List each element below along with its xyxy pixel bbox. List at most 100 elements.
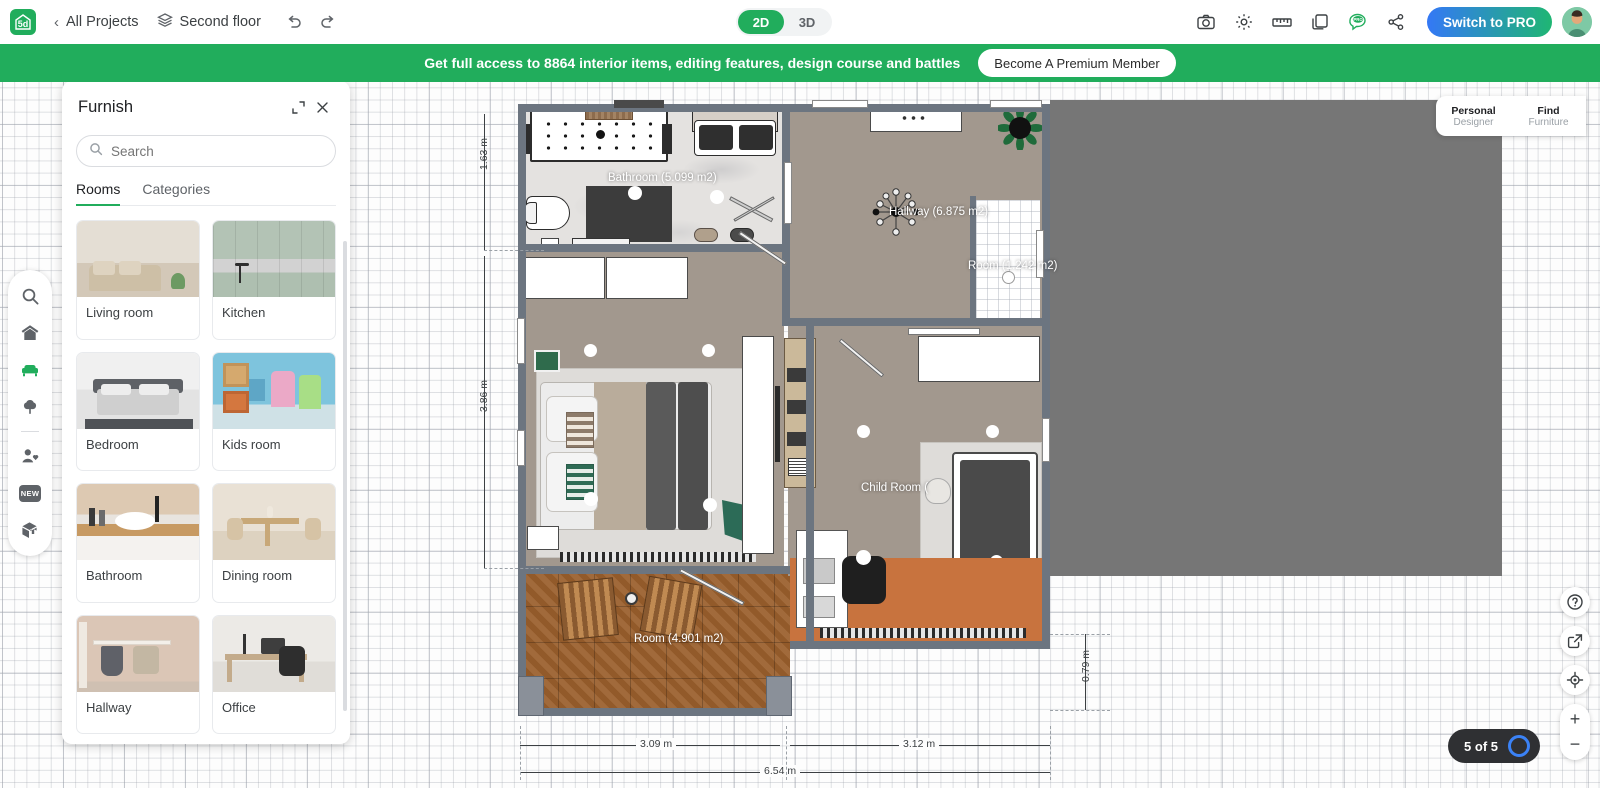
wall-hallway-bottom xyxy=(782,318,1050,326)
progress-pill[interactable]: 5 of 5 xyxy=(1448,729,1540,763)
avatar[interactable] xyxy=(1562,7,1592,37)
find-furniture-sub: Furniture xyxy=(1528,116,1569,128)
search-box[interactable] xyxy=(76,135,336,167)
wood-slat-rug-b[interactable] xyxy=(639,575,703,641)
center-target-icon[interactable] xyxy=(1560,665,1590,695)
room-card-image xyxy=(77,615,199,692)
new-badge-label: NEW xyxy=(19,484,41,502)
furnish-sofa-icon[interactable] xyxy=(14,354,46,386)
tree-icon[interactable] xyxy=(14,391,46,423)
all-projects-link[interactable]: ‹ All Projects xyxy=(54,14,139,31)
dim-guide-row-4 xyxy=(1050,710,1110,711)
dim-label: 3.86 m xyxy=(478,379,491,413)
child-room-desk-top[interactable] xyxy=(918,336,1040,382)
tall-cabinet[interactable] xyxy=(742,336,774,554)
room-card-label: Living room xyxy=(86,305,154,320)
camera-icon[interactable] xyxy=(1189,5,1223,39)
panel-title: Furnish xyxy=(78,97,134,116)
personal-designer-button[interactable]: Personal Designer xyxy=(1436,96,1511,136)
room-card-living-room[interactable]: Living room xyxy=(76,220,200,340)
rooms-grid: Living room Kitchen Bedroom Kids room Ba… xyxy=(62,206,350,744)
bed-mattress xyxy=(594,382,646,530)
bed-blanket-a xyxy=(646,382,676,530)
hallway-console-items xyxy=(900,114,926,122)
artwork-green[interactable] xyxy=(534,350,560,372)
radiator-terracotta xyxy=(820,628,1026,638)
undo-icon[interactable] xyxy=(277,5,311,39)
close-icon[interactable] xyxy=(310,95,334,119)
ceiling-light-child-2 xyxy=(986,425,999,438)
tab-categories[interactable]: Categories xyxy=(142,181,210,206)
switch-to-pro-button[interactable]: Switch to PRO xyxy=(1426,7,1552,37)
window-top-hallway[interactable] xyxy=(812,100,868,108)
window-top-bathroom[interactable] xyxy=(614,100,664,108)
room-label: Hallway (6.875 m2) xyxy=(889,206,989,218)
dim-line-vertical-163 xyxy=(484,114,485,250)
room-card-hallway[interactable]: Hallway xyxy=(76,614,200,734)
view-3d-button[interactable]: 3D xyxy=(784,10,830,34)
personal-designer-widget: Personal Designer Find Furniture xyxy=(1436,96,1586,136)
progress-ring-icon xyxy=(1508,735,1530,757)
search-icon[interactable] xyxy=(14,280,46,312)
wood-slat-rug-a[interactable] xyxy=(557,577,619,641)
wardrobe-right[interactable] xyxy=(606,257,688,299)
share-icon[interactable] xyxy=(1379,5,1413,39)
copy-icon[interactable] xyxy=(1303,5,1337,39)
wall-bedroom-bottom xyxy=(518,566,790,574)
window-top-hallway-2[interactable] xyxy=(990,100,1042,108)
gear-icon[interactable] xyxy=(1227,5,1261,39)
view-2d-button[interactable]: 2D xyxy=(738,10,784,34)
app-logo-icon[interactable]: 5d xyxy=(10,9,36,35)
become-premium-button[interactable]: Become A Premium Member xyxy=(978,49,1176,77)
window-left-bedroom[interactable] xyxy=(517,318,525,364)
search-input[interactable] xyxy=(111,143,323,159)
slipper-left xyxy=(694,228,718,242)
room-card-kitchen[interactable]: Kitchen xyxy=(212,220,336,340)
person-heart-icon[interactable] xyxy=(14,440,46,472)
view-mode-toggle[interactable]: 2D 3D xyxy=(736,8,832,36)
room-card-bathroom[interactable]: Bathroom xyxy=(76,483,200,603)
find-furniture-button[interactable]: Find Furniture xyxy=(1511,96,1586,136)
zoom-controls: + − xyxy=(1560,704,1590,760)
new-badge-icon[interactable]: NEW xyxy=(14,477,46,509)
door-hall-top[interactable] xyxy=(908,328,980,335)
window-bedroom-right[interactable] xyxy=(784,162,792,224)
expand-icon[interactable] xyxy=(286,95,310,119)
corner-post-bl xyxy=(518,676,544,716)
room-card-kids-room[interactable]: Kids room xyxy=(212,351,336,471)
room-card-image xyxy=(213,352,335,429)
search-icon xyxy=(89,142,103,161)
room-card-image xyxy=(213,615,335,692)
room-card-dining-room[interactable]: Dining room xyxy=(212,483,336,603)
external-link-icon[interactable] xyxy=(1560,626,1590,656)
wall-bathroom-bottom xyxy=(518,244,790,252)
room-card-image xyxy=(77,484,199,560)
zoom-in-button[interactable]: + xyxy=(1560,707,1590,732)
home-icon[interactable] xyxy=(14,317,46,349)
panel-scrollbar[interactable] xyxy=(343,241,347,711)
room-label: Child Room ( xyxy=(861,482,929,494)
nightstand-bottom[interactable] xyxy=(527,526,559,550)
help-icon[interactable] xyxy=(1560,587,1590,617)
ruler-icon[interactable] xyxy=(1265,5,1299,39)
room-card-office[interactable]: Office xyxy=(212,614,336,734)
window-right-child[interactable] xyxy=(1042,418,1050,462)
pro-chat-icon[interactable]: PRO xyxy=(1341,5,1375,39)
cabinet-handle xyxy=(775,386,780,462)
dim-guide-left xyxy=(520,726,521,780)
tab-rooms[interactable]: Rooms xyxy=(76,181,121,206)
room-card-bedroom[interactable]: Bedroom xyxy=(76,351,200,471)
window-left-bedroom-2[interactable] xyxy=(517,430,525,466)
top-toolbar: 5d ‹ All Projects Second floor 2D 3D PRO… xyxy=(0,0,1600,44)
room-card-label: Hallway xyxy=(86,699,132,715)
layers-icon xyxy=(156,12,173,32)
zoom-out-button[interactable]: − xyxy=(1560,732,1590,757)
redo-icon[interactable] xyxy=(311,5,345,39)
wardrobe-left[interactable] xyxy=(525,257,605,299)
room-card-label: Office xyxy=(222,699,256,715)
project-name-link[interactable]: Second floor xyxy=(156,12,261,32)
ceiling-light-bedroom-1 xyxy=(584,344,597,357)
promo-text: Get full access to 8864 interior items, … xyxy=(424,55,961,71)
upload-model-icon[interactable] xyxy=(14,514,46,546)
progress-label: 5 of 5 xyxy=(1464,738,1498,754)
